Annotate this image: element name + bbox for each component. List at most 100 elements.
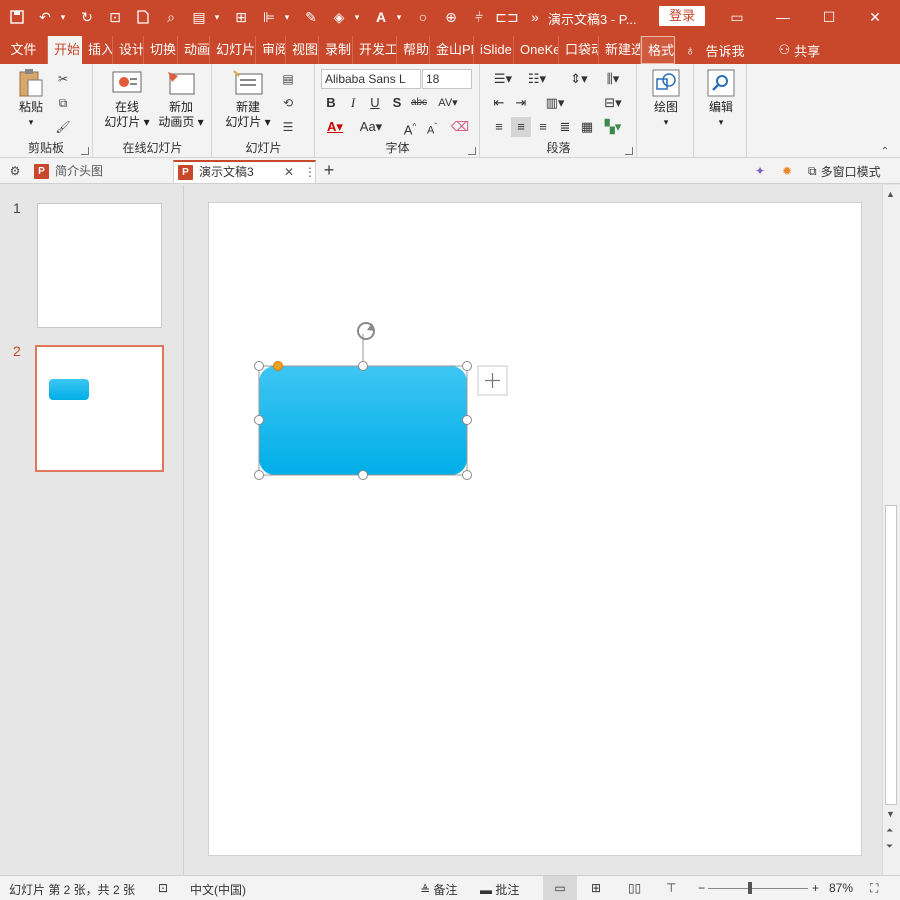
tab-format[interactable]: 格式 [641,36,675,64]
align-left-icon[interactable]: ≡ [489,117,509,137]
tab-developer[interactable]: 开发工 [353,36,397,64]
font-launcher-icon[interactable] [468,147,476,155]
open-folder-icon[interactable]: ▤ [188,6,210,28]
slide-thumbnail-2[interactable] [35,345,164,472]
new-tab-icon[interactable]: + [320,160,338,180]
font-size-field[interactable]: 18 [422,69,472,89]
text-direction-icon[interactable]: ⫼▾ [599,69,627,89]
print-preview-icon[interactable]: ⌕ [160,6,182,28]
copy-icon[interactable]: ⧉ [54,94,72,112]
font-color-icon[interactable]: A [370,6,392,28]
reset-slide-icon[interactable]: ⟲ [279,94,297,112]
share-button[interactable]: ⚇ 共享 [779,36,821,64]
bullets-icon[interactable]: ☰▾ [489,69,517,89]
grow-font-icon[interactable]: A^ [400,117,420,137]
multi-window-mode-button[interactable]: ⧉ 多窗口模式 [808,163,881,180]
slide-sorter-icon[interactable]: ⊞ [591,881,601,895]
undo-icon[interactable]: ↶ [34,6,56,28]
smartart-icon[interactable]: ▚▾ [599,117,627,137]
tab-view[interactable]: 视图 [286,36,319,64]
fill-color-icon[interactable]: ◈ [328,6,350,28]
tab-record[interactable]: 录制 [319,36,353,64]
paste-button[interactable]: 粘贴 ▾ [10,68,52,130]
undo-dropdown-icon[interactable]: ▾ [56,6,70,28]
fill-color-dropdown-icon[interactable]: ▾ [350,6,364,28]
align-icon[interactable]: ⊫ [258,6,280,28]
zoom-level[interactable]: 87% [829,881,853,895]
rounded-rectangle-shape[interactable] [259,366,467,475]
rotate-handle-icon[interactable] [357,322,375,340]
fit-to-window-icon[interactable]: ⛶ [870,881,878,896]
change-case-icon[interactable]: Aa▾ [356,117,386,137]
decrease-indent-icon[interactable]: ⇤ [489,93,509,113]
paragraph-launcher-icon[interactable] [625,147,633,155]
scroll-thumb[interactable] [885,505,897,805]
format-painter-icon[interactable]: 🖌 [54,118,72,136]
cut-icon[interactable]: ✂ [54,70,72,88]
line-spacing-icon[interactable]: ⇕▾ [565,69,593,89]
redo-icon[interactable]: ↻ [76,6,98,28]
italic-icon[interactable]: I [343,93,363,113]
circle-shape-icon[interactable]: ○ [412,6,434,28]
close-icon[interactable]: ✕ [852,0,898,34]
adjustment-handle[interactable] [273,361,283,371]
zoom-out-icon[interactable]: − [698,881,705,895]
clear-formatting-icon[interactable]: ⌫ [450,117,470,137]
new-file-icon[interactable] [132,6,154,28]
increase-indent-icon[interactable]: ⇥ [511,93,531,113]
tab-new-option[interactable]: 新建选 [599,36,641,64]
online-slides-button[interactable]: 在线 幻灯片 ▾ [100,68,154,130]
section-icon[interactable]: ☰ [279,118,297,136]
language-status[interactable]: 中文(中国) [190,881,246,898]
slide-thumbnail-1[interactable] [37,203,162,328]
scroll-down-icon[interactable]: ▼ [886,809,895,819]
slide-edit-area[interactable] [185,185,882,875]
slideshow-start-icon[interactable]: ⊡ [104,6,126,28]
distribute-text-icon[interactable]: ▦ [577,117,597,137]
next-slide-icon[interactable]: ⏷ [886,841,893,852]
drawing-button[interactable]: 绘图 ▾ [646,68,686,130]
doc-tab-intro[interactable]: P 简介头图 [34,160,172,183]
comments-button[interactable]: ▬ 批注 [480,881,519,898]
tab-help[interactable]: 帮助 [397,36,430,64]
shrink-font-icon[interactable]: Aˇ [422,117,442,137]
tell-me-box[interactable]: ♁ 告诉我 [685,36,745,64]
bold-icon[interactable]: B [321,93,341,113]
doc-tab-presentation3[interactable]: P 演示文稿3 ✕ ⋮ [173,160,316,183]
font-color-dropdown[interactable]: A▾ [321,117,349,137]
numbering-icon[interactable]: ☷▾ [523,69,551,89]
vertical-scrollbar[interactable]: ▲ ▼ ⏶ ⏷ [882,185,900,875]
font-name-field[interactable]: Alibaba Sans L [321,69,421,89]
new-slide-button[interactable]: 新建 幻灯片 ▾ [219,68,277,130]
zoom-slider-track[interactable] [708,888,808,889]
align-right-icon[interactable]: ≡ [533,117,553,137]
clipboard-launcher-icon[interactable] [81,147,89,155]
maximize-icon[interactable]: ☐ [806,0,852,34]
magic-wand-icon[interactable]: ✦ [751,162,769,180]
scroll-up-icon[interactable]: ▲ [886,189,895,199]
crop-icon[interactable]: ⊕ [440,6,462,28]
align-dropdown-icon[interactable]: ▾ [280,6,294,28]
align-text-icon[interactable]: ⊟▾ [599,93,627,113]
tab-onekey[interactable]: OneKe [514,36,559,64]
tab-review[interactable]: 审阅 [256,36,286,64]
minimize-icon[interactable]: — [760,0,806,34]
editing-button[interactable]: 编辑 ▾ [701,68,741,130]
strikethrough-icon[interactable]: abc [409,93,429,113]
tab-animations[interactable]: 动画 [178,36,210,64]
close-tab-icon[interactable]: ✕ [284,161,294,184]
ribbon-display-options-icon[interactable]: ▭ [714,0,760,34]
tab-file[interactable]: 文件 [0,36,48,64]
settings-icon[interactable]: ⚙ [6,162,24,180]
slide-canvas[interactable] [208,202,862,856]
tab-islide[interactable]: iSlide [474,36,514,64]
login-button[interactable]: 登录 [659,6,705,26]
distribute-icon[interactable]: ⫩ [468,6,490,28]
tab-home[interactable]: 开始 [48,36,82,64]
grid-icon[interactable]: ⊞ [230,6,252,28]
save-icon[interactable] [6,6,28,28]
tab-transitions[interactable]: 切换 [144,36,178,64]
notes-button[interactable]: ≜ 备注 [420,881,457,898]
tab-more-icon[interactable]: ⋮ [304,161,316,184]
folder-dropdown-icon[interactable]: ▾ [210,6,224,28]
